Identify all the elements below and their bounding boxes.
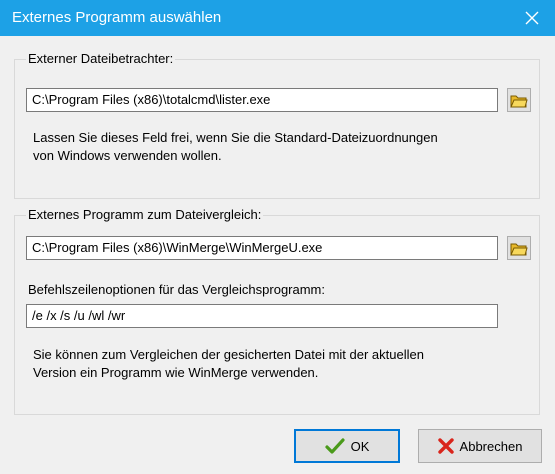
compare-path-input[interactable]: C:\Program Files (x86)\WinMerge\WinMerge… — [26, 236, 498, 260]
close-button[interactable] — [509, 0, 555, 36]
window-title: Externes Programm auswählen — [12, 9, 222, 26]
compare-group-label: Externes Programm zum Dateivergleich: — [26, 207, 264, 222]
checkmark-icon — [324, 438, 345, 454]
folder-icon — [510, 95, 528, 107]
viewer-browse-button[interactable] — [507, 88, 531, 112]
close-icon — [525, 11, 539, 25]
options-input[interactable]: /e /x /s /u /wl /wr — [26, 304, 498, 328]
viewer-path-input[interactable]: C:\Program Files (x86)\totalcmd\lister.e… — [26, 88, 498, 112]
red-x-icon — [437, 438, 454, 454]
cancel-button-label: Abbrechen — [459, 438, 523, 454]
options-label: Befehlszeilenoptionen für das Vergleichs… — [28, 282, 326, 297]
viewer-group-label: Externer Dateibetrachter: — [26, 51, 176, 66]
folder-icon — [510, 243, 528, 255]
cancel-button[interactable]: Abbrechen — [418, 429, 542, 463]
compare-browse-button[interactable] — [507, 236, 531, 260]
compare-hint-text: Sie können zum Vergleichen der gesichert… — [33, 347, 424, 380]
viewer-hint-text: Lassen Sie dieses Feld frei, wenn Sie di… — [33, 130, 438, 163]
title-bar: Externes Programm auswählen — [0, 0, 555, 36]
ok-button[interactable]: OK — [294, 429, 400, 463]
ok-button-label: OK — [350, 438, 370, 454]
